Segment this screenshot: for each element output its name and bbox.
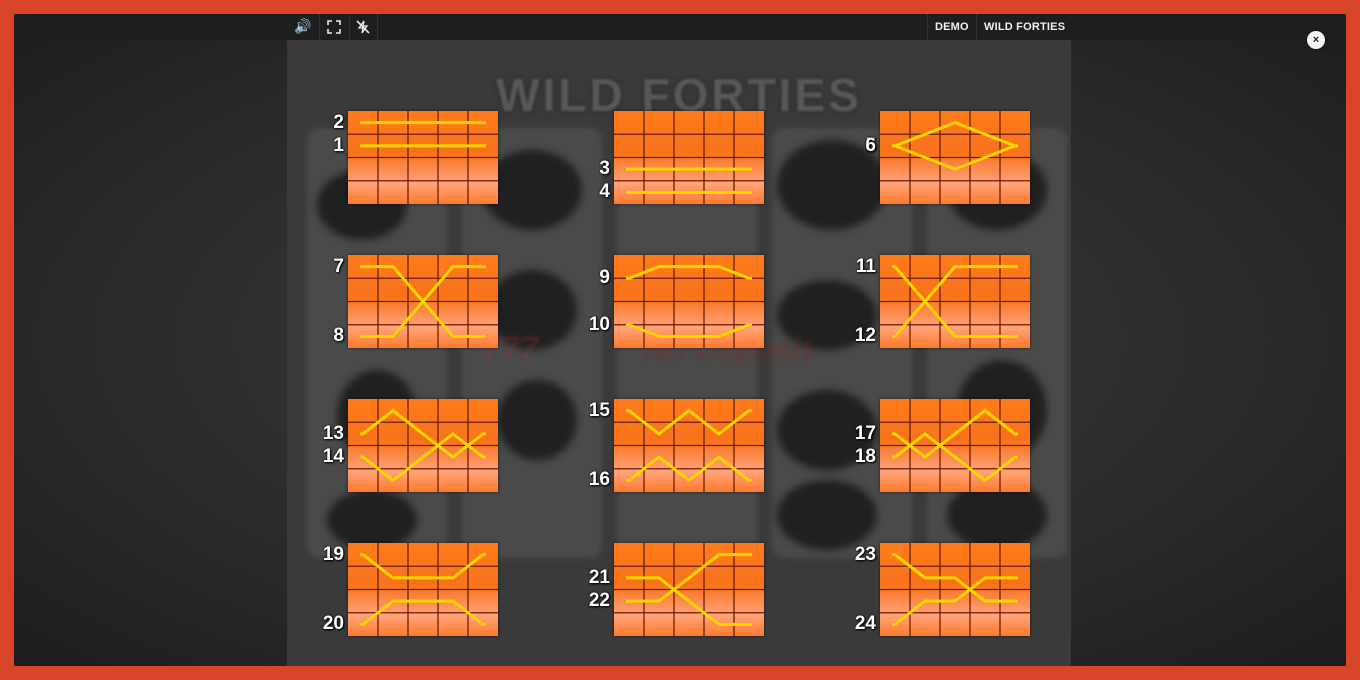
blurred-symbol: [327, 490, 417, 550]
payline-svg: [880, 111, 1030, 204]
payline-number: 3: [599, 158, 610, 180]
payline-number: 4: [599, 181, 610, 203]
payline-diagram-3-4: 34: [599, 111, 764, 204]
payline-number: 15: [588, 399, 610, 421]
top-toolbar: 🔊 DEMO WILD FORTIES: [14, 14, 1346, 40]
toolbar-divider: [319, 14, 320, 40]
reel-grid: [880, 399, 1030, 492]
payline-diagram-17-18: 17 18: [855, 399, 1030, 492]
fullscreen-icon[interactable]: [323, 17, 345, 37]
demo-label: DEMO: [935, 21, 969, 33]
payline-svg: [880, 255, 1030, 348]
reel-grid: [614, 543, 764, 636]
payline-number: 11: [855, 255, 876, 277]
reel-grid: [348, 255, 498, 348]
turbo-off-icon[interactable]: [352, 17, 374, 37]
payline-diagram-11-12: 11 12: [855, 255, 1030, 348]
payline-diagram-2-1: 21: [333, 111, 498, 204]
payline-number: 14: [322, 446, 344, 468]
payline-diagram-9-10: 9 10: [589, 255, 764, 348]
payline-10: [626, 323, 752, 338]
payline-number: 8: [333, 325, 344, 347]
reel-grid: [348, 399, 498, 492]
payline-svg: [348, 399, 498, 492]
reel-grid: [880, 255, 1030, 348]
payline-svg: [614, 111, 764, 204]
toolbar-divider: [349, 14, 350, 40]
toolbar-divider: [927, 14, 928, 40]
close-button[interactable]: ×: [1307, 31, 1325, 49]
payline-number: 22: [588, 590, 610, 612]
payline-number: 12: [854, 325, 876, 347]
paytable-screen: WILD FORTIES 777 No Deposit 2 1 3 4 5 6 7 8 9 10 11…: [287, 40, 1071, 666]
reel-grid: [348, 543, 498, 636]
reel-grid: [880, 543, 1030, 636]
reel-grid: [614, 255, 764, 348]
reel-grid: [880, 111, 1030, 204]
payline-number: 9: [599, 267, 610, 289]
toolbar-divider: [377, 14, 378, 40]
payline-svg: [880, 543, 1030, 636]
payline-diagram-13-14: 13 14: [323, 399, 498, 492]
payline-svg: [348, 543, 498, 636]
payline-13: [360, 409, 486, 459]
payline-number: 2: [333, 111, 344, 133]
payline-number: 10: [588, 313, 610, 335]
payline-svg: [614, 255, 764, 348]
payline-number: 1: [333, 134, 344, 156]
payline-number: 13: [322, 422, 344, 444]
payline-number: 7: [333, 255, 344, 277]
payline-diagram-21-22: 21 22: [589, 543, 764, 636]
payline-svg: [880, 399, 1030, 492]
payline-number: 6: [865, 134, 876, 156]
payline-number: 23: [854, 543, 876, 565]
game-window: 🔊 DEMO WILD FORTIES × WILD FORTIES 777 N…: [14, 14, 1346, 666]
payline-number: 19: [322, 543, 344, 565]
toolbar-divider: [976, 14, 977, 40]
payline-17: [892, 409, 1018, 459]
game-name-label: WILD FORTIES: [984, 21, 1066, 33]
reel-grid: [614, 111, 764, 204]
payline-svg: [614, 399, 764, 492]
speaker-icon[interactable]: 🔊: [292, 17, 314, 37]
payline-diagram-5-6: 56: [865, 111, 1030, 204]
payline-number: 20: [322, 613, 344, 635]
payline-18: [892, 432, 1018, 482]
payline-14: [360, 432, 486, 482]
payline-diagram-19-20: 19 20: [323, 543, 498, 636]
payline-9: [626, 265, 752, 280]
payline-number: 21: [588, 566, 610, 588]
blurred-symbol: [497, 380, 577, 460]
payline-number: 18: [854, 446, 876, 468]
payline-svg: [614, 543, 764, 636]
reel-grid: [348, 111, 498, 204]
payline-number: 16: [588, 469, 610, 491]
reel-grid: [614, 399, 764, 492]
payline-diagram-23-24: 23 24: [855, 543, 1030, 636]
payline-number: 24: [854, 613, 876, 635]
payline-svg: [348, 111, 498, 204]
payline-diagram-7-8: 78: [333, 255, 498, 348]
payline-svg: [348, 255, 498, 348]
payline-diagram-15-16: 15 16: [589, 399, 764, 492]
payline-number: 17: [854, 422, 876, 444]
blurred-symbol: [777, 480, 877, 550]
